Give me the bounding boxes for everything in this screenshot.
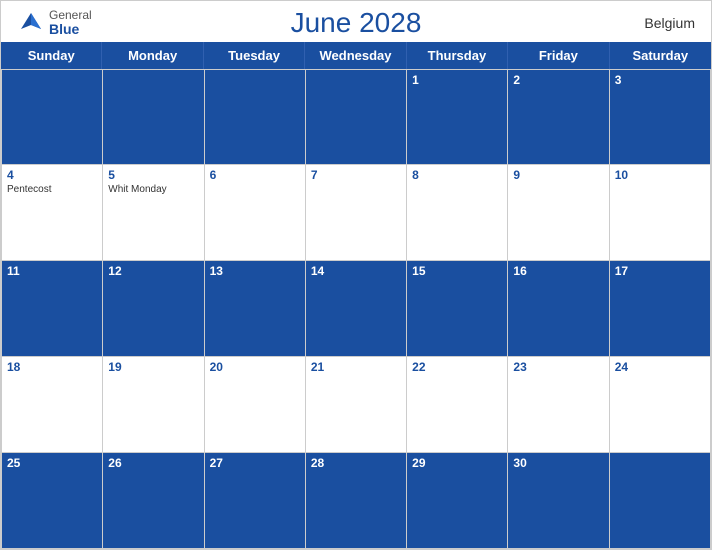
cell-date: 30	[513, 456, 603, 470]
day-header-saturday: Saturday	[610, 42, 711, 69]
cell-date: 13	[210, 264, 300, 278]
calendar-cell: 28	[306, 453, 407, 549]
calendar-cell: 2	[508, 70, 609, 166]
cell-date: 23	[513, 360, 603, 374]
calendar-cell: 12	[103, 261, 204, 357]
calendar-cell: 19	[103, 357, 204, 453]
cell-date: 25	[7, 456, 97, 470]
cell-date: 1	[412, 73, 502, 87]
day-header-tuesday: Tuesday	[204, 42, 305, 69]
cell-date: 15	[412, 264, 502, 278]
calendar-grid: 1234Pentecost5Whit Monday678910111213141…	[1, 69, 711, 549]
cell-date: 27	[210, 456, 300, 470]
calendar-cell: 27	[205, 453, 306, 549]
calendar-cell: 1	[407, 70, 508, 166]
calendar-cell: 29	[407, 453, 508, 549]
calendar-cell: 6	[205, 165, 306, 261]
cell-date: 8	[412, 168, 502, 182]
calendar-container: General Blue June 2028 Belgium SundayMon…	[0, 0, 712, 550]
country-label: Belgium	[644, 15, 695, 31]
cell-date: 6	[210, 168, 300, 182]
day-header-wednesday: Wednesday	[305, 42, 406, 69]
logo-blue-text: Blue	[49, 22, 92, 37]
cell-date: 12	[108, 264, 198, 278]
calendar-cell	[103, 70, 204, 166]
day-header-sunday: Sunday	[1, 42, 102, 69]
cell-date: 4	[7, 168, 97, 182]
calendar-cell: 24	[610, 357, 711, 453]
day-header-friday: Friday	[508, 42, 609, 69]
calendar-cell: 9	[508, 165, 609, 261]
logo-bird-icon	[17, 9, 45, 37]
day-header-thursday: Thursday	[407, 42, 508, 69]
calendar-cell: 16	[508, 261, 609, 357]
calendar-cell: 30	[508, 453, 609, 549]
cell-holiday: Whit Monday	[108, 184, 198, 195]
cell-date: 19	[108, 360, 198, 374]
cell-date: 9	[513, 168, 603, 182]
day-header-monday: Monday	[102, 42, 203, 69]
calendar-cell	[610, 453, 711, 549]
cell-date: 7	[311, 168, 401, 182]
cell-date: 17	[615, 264, 705, 278]
cell-holiday: Pentecost	[7, 184, 97, 195]
calendar-cell: 20	[205, 357, 306, 453]
calendar-cell: 7	[306, 165, 407, 261]
cell-date: 21	[311, 360, 401, 374]
calendar-cell: 22	[407, 357, 508, 453]
calendar-cell: 8	[407, 165, 508, 261]
cell-date: 22	[412, 360, 502, 374]
cell-date: 29	[412, 456, 502, 470]
calendar-cell: 14	[306, 261, 407, 357]
calendar-cell: 17	[610, 261, 711, 357]
calendar-cell: 5 Whit Monday	[103, 165, 204, 261]
calendar-cell: 10	[610, 165, 711, 261]
cell-date: 18	[7, 360, 97, 374]
cell-date: 14	[311, 264, 401, 278]
cell-date: 3	[615, 73, 705, 87]
cell-date: 2	[513, 73, 603, 87]
logo-text: General Blue	[49, 9, 92, 38]
calendar-title: June 2028	[291, 7, 422, 39]
calendar-cell	[205, 70, 306, 166]
day-headers: SundayMondayTuesdayWednesdayThursdayFrid…	[1, 42, 711, 69]
calendar-cell: 25	[2, 453, 103, 549]
calendar-cell: 26	[103, 453, 204, 549]
calendar-cell: 4 Pentecost	[2, 165, 103, 261]
calendar-header: General Blue June 2028 Belgium	[1, 1, 711, 42]
calendar-cell: 3	[610, 70, 711, 166]
cell-date: 5	[108, 168, 198, 182]
calendar-cell: 11	[2, 261, 103, 357]
cell-date: 28	[311, 456, 401, 470]
calendar-cell: 18	[2, 357, 103, 453]
calendar-cell	[2, 70, 103, 166]
cell-date: 10	[615, 168, 705, 182]
calendar-cell	[306, 70, 407, 166]
calendar-cell: 13	[205, 261, 306, 357]
calendar-cell: 21	[306, 357, 407, 453]
cell-date: 11	[7, 264, 97, 278]
calendar-cell: 23	[508, 357, 609, 453]
cell-date: 26	[108, 456, 198, 470]
cell-date: 20	[210, 360, 300, 374]
cell-date: 24	[615, 360, 705, 374]
logo-area: General Blue	[17, 9, 92, 38]
cell-date: 16	[513, 264, 603, 278]
calendar-cell: 15	[407, 261, 508, 357]
